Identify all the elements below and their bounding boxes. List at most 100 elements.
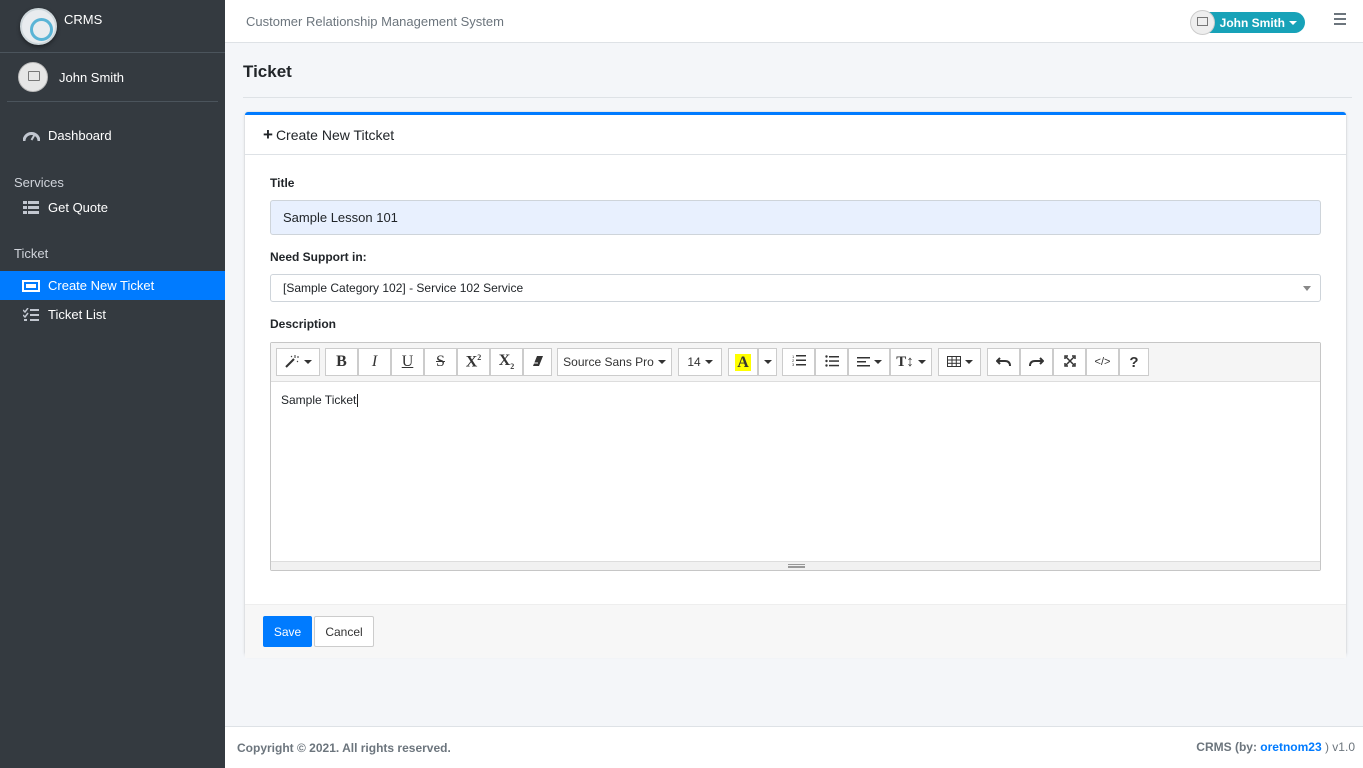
help-button[interactable]: ? [1119, 348, 1149, 376]
chevron-down-icon [964, 360, 973, 364]
underline-button[interactable]: U [391, 348, 424, 376]
unordered-list-icon [824, 354, 839, 370]
select-arrow-icon [1303, 286, 1311, 291]
brand-link[interactable]: CRMS [0, 0, 225, 53]
sidebar-item-label: Get Quote [48, 200, 108, 215]
sidebar-nav: Dashboard Services Get Quote Ticket Crea… [0, 102, 225, 329]
undo-icon [995, 355, 1011, 370]
hamburger-menu-icon[interactable] [1334, 13, 1346, 25]
nav-header-ticket: Ticket [14, 245, 49, 261]
strikethrough-button[interactable]: S [424, 348, 457, 376]
ordered-list-button[interactable]: 123 [782, 348, 815, 376]
redo-button[interactable] [1020, 348, 1053, 376]
editor-resize-handle[interactable] [271, 561, 1320, 570]
top-navbar: Customer Relationship Management System … [225, 0, 1363, 43]
editor-toolbar: B I U S X2 X2 Source Sans Pro 14 A 1 2 3… [271, 343, 1320, 382]
tasks-list-icon [22, 307, 40, 323]
bold-button[interactable]: B [325, 348, 358, 376]
font-name-value: Source Sans Pro [563, 355, 654, 369]
line-height-dropdown[interactable]: T↕ [890, 348, 932, 376]
table-icon [946, 355, 961, 370]
support-select[interactable]: [Sample Category 102] - Service 102 Serv… [270, 274, 1321, 302]
card-title: Create New Titcket [275, 126, 395, 143]
sidebar-item-ticket-list[interactable]: Ticket List [0, 300, 225, 329]
paragraph-align-dropdown[interactable] [848, 348, 890, 376]
chevron-down-icon [917, 360, 926, 364]
sidebar-item-create-new-ticket[interactable]: Create New Ticket [0, 271, 225, 300]
color-dropdown-button[interactable] [758, 348, 777, 376]
italic-button[interactable]: I [358, 348, 391, 376]
font-size-value: 14 [687, 355, 701, 369]
underline-icon: U [401, 353, 414, 370]
fullscreen-button[interactable] [1053, 348, 1086, 376]
description-label: Description [270, 317, 337, 331]
color-icon: A [735, 353, 751, 371]
code-view-button[interactable]: </> [1086, 348, 1119, 376]
create-ticket-card: + Create New Titcket Title Sample Lesson… [245, 112, 1346, 658]
code-view-icon: </> [1094, 356, 1111, 368]
help-icon: ? [1129, 353, 1139, 371]
grip-icon [788, 564, 805, 568]
page-title: Ticket [243, 62, 292, 81]
sidebar: CRMS John Smith Dashboard Services Get Q… [0, 0, 225, 768]
title-input[interactable]: Sample Lesson 101 [270, 200, 1321, 235]
font-name-dropdown[interactable]: Source Sans Pro [557, 348, 672, 376]
chevron-down-icon [1289, 20, 1297, 25]
footer-brand: CRMS (by: [1196, 740, 1261, 754]
eraser-icon [532, 355, 544, 370]
subscript-button[interactable]: X2 [490, 348, 523, 376]
magic-icon [284, 354, 300, 371]
user-panel[interactable]: John Smith [7, 53, 218, 102]
footer-version: ) v1.0 [1321, 740, 1355, 754]
editor-content[interactable]: Sample Ticket [271, 382, 1320, 418]
rich-text-editor: B I U S X2 X2 Source Sans Pro 14 A 1 2 3… [270, 342, 1321, 571]
clear-format-button[interactable] [523, 348, 552, 376]
chevron-down-icon [704, 360, 713, 364]
fullscreen-icon [1063, 354, 1076, 370]
sidebar-item-dashboard[interactable]: Dashboard [0, 121, 225, 150]
editor-text: Sample Ticket [281, 393, 357, 407]
sidebar-item-label: Create New Ticket [48, 278, 155, 293]
recent-color-button[interactable]: A [728, 348, 758, 376]
cancel-button[interactable]: Cancel [314, 616, 374, 647]
title-divider [243, 97, 1352, 98]
unordered-list-button[interactable] [815, 348, 848, 376]
svg-text:3: 3 [792, 362, 795, 367]
font-size-dropdown[interactable]: 14 [678, 348, 722, 376]
line-height-icon: T↕ [896, 353, 914, 370]
ticket-icon [22, 278, 40, 294]
undo-button[interactable] [987, 348, 1020, 376]
sidebar-item-get-quote[interactable]: Get Quote [0, 193, 225, 222]
superscript-button[interactable]: X2 [457, 348, 490, 376]
nav-header-services: Services [14, 174, 64, 190]
text-cursor [357, 394, 359, 408]
brand-logo-icon [20, 7, 57, 45]
chevron-down-icon [763, 360, 772, 364]
plus-icon: + [263, 125, 273, 144]
style-dropdown-button[interactable] [276, 348, 320, 376]
subscript-icon: X2 [498, 352, 515, 372]
user-name: John Smith [59, 69, 125, 85]
brand-text: CRMS [64, 11, 103, 27]
chevron-down-icon [657, 360, 666, 364]
align-icon [856, 355, 870, 370]
copyright-text: Copyright © 2021. All rights reserved. [237, 740, 451, 755]
table-list-icon [22, 200, 40, 216]
chevron-down-icon [873, 360, 882, 364]
author-link[interactable]: oretnom23 [1260, 740, 1321, 754]
sidebar-item-label: Dashboard [48, 128, 112, 143]
system-title: Customer Relationship Management System [246, 13, 504, 29]
ordered-list-icon: 123 [792, 354, 806, 370]
save-button[interactable]: Save [263, 616, 312, 647]
user-menu-name: John Smith [1219, 15, 1285, 30]
table-dropdown[interactable] [938, 348, 981, 376]
superscript-icon: X2 [465, 352, 482, 371]
footer-credit: CRMS (by: oretnom23 ) v1.0 [1196, 740, 1355, 754]
tachometer-icon [22, 128, 40, 144]
card-footer: Save Cancel [245, 604, 1346, 658]
user-avatar [18, 62, 48, 92]
user-menu-button[interactable]: John Smith [1189, 10, 1305, 35]
title-label: Title [270, 176, 295, 190]
bold-icon: B [336, 353, 347, 370]
support-label: Need Support in: [270, 250, 367, 264]
